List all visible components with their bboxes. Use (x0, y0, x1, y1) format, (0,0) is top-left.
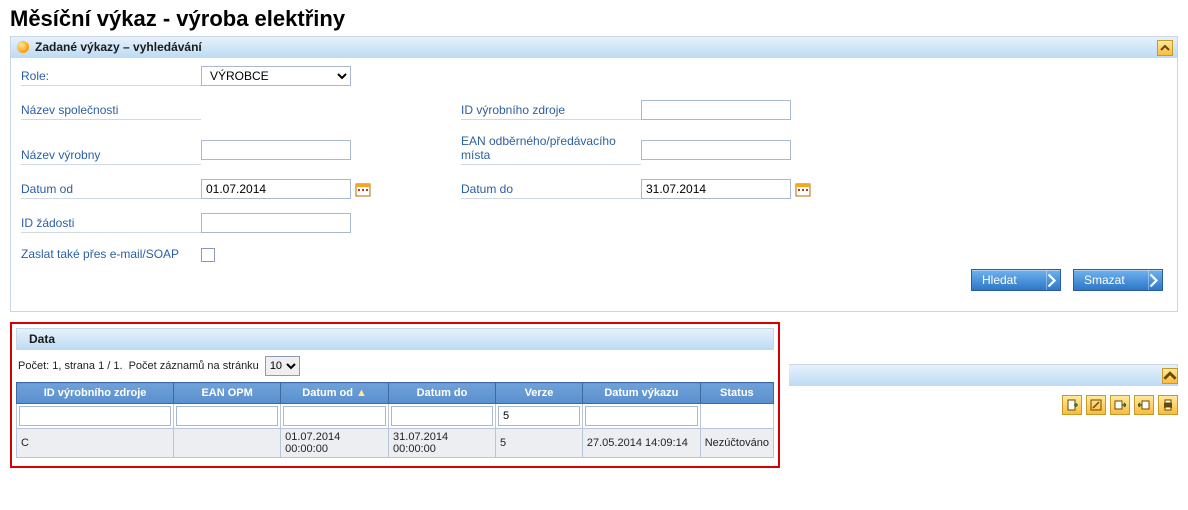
search-panel: Zadané výkazy – vyhledávání Role: VÝROBC… (10, 36, 1178, 312)
label-request-id: ID žádosti (21, 216, 201, 233)
cell-date-from: 01.07.2014 00:00:00 (281, 429, 389, 458)
page-title: Měsíční výkaz - výroba elektřiny (10, 6, 1178, 32)
label-plant: Název výrobny (21, 148, 201, 165)
col-version[interactable]: Verze (496, 383, 583, 404)
print-icon[interactable] (1158, 395, 1178, 415)
calendar-icon[interactable] (795, 181, 811, 197)
col-report-date[interactable]: Datum výkazu (582, 383, 700, 404)
results-table: ID výrobního zdroje EAN OPM Datum od▲ Da… (16, 382, 774, 458)
data-panel-header: Data (16, 328, 774, 350)
cell-ean-opm (174, 429, 281, 458)
label-date-from: Datum od (21, 182, 201, 199)
search-panel-title: Zadané výkazy – vyhledávání (35, 40, 202, 54)
source-id-input[interactable] (641, 100, 791, 120)
date-to-input[interactable] (641, 179, 791, 199)
search-button-label: Hledat (982, 273, 1017, 287)
pager: Počet: 1, strana 1 / 1. Počet záznamů na… (16, 350, 774, 382)
new-icon[interactable] (1062, 395, 1082, 415)
label-ean-point: EAN odběrného/předávacího místa (461, 134, 641, 165)
col-status[interactable]: Status (700, 383, 773, 404)
pager-summary: Počet: 1, strana 1 / 1. (18, 360, 123, 372)
page-size-label: Počet záznamů na stránku (129, 360, 259, 372)
sort-asc-icon: ▲ (356, 387, 367, 399)
table-header-row: ID výrobního zdroje EAN OPM Datum od▲ Da… (17, 383, 774, 404)
data-toolbar (1062, 395, 1178, 415)
edit-icon[interactable] (1086, 395, 1106, 415)
col-ean-opm[interactable]: EAN OPM (174, 383, 281, 404)
filter-date-to[interactable] (391, 406, 493, 426)
search-button[interactable]: Hledat (971, 269, 1061, 291)
table-row[interactable]: C 01.07.2014 00:00:00 31.07.2014 00:00:0… (17, 429, 774, 458)
filter-version[interactable] (498, 406, 580, 426)
col-source-id[interactable]: ID výrobního zdroje (17, 383, 174, 404)
col-date-to[interactable]: Datum do (389, 383, 496, 404)
collapse-data-icon[interactable] (1162, 368, 1178, 384)
import-icon[interactable] (1134, 395, 1154, 415)
role-select[interactable]: VÝROBCE (201, 66, 351, 86)
bullet-icon (17, 41, 29, 53)
col-date-from[interactable]: Datum od▲ (281, 383, 389, 404)
calendar-icon[interactable] (355, 181, 371, 197)
search-panel-header: Zadané výkazy – vyhledávání (11, 37, 1177, 58)
request-id-input[interactable] (201, 213, 351, 233)
filter-source-id[interactable] (19, 406, 171, 426)
clear-button[interactable]: Smazat (1073, 269, 1163, 291)
col-date-from-label: Datum od (302, 387, 353, 399)
export-icon[interactable] (1110, 395, 1130, 415)
label-role: Role: (21, 69, 201, 86)
filter-report-date[interactable] (585, 406, 698, 426)
label-date-to: Datum do (461, 182, 641, 199)
ean-point-input[interactable] (641, 140, 791, 160)
page-size-select[interactable]: 10 (265, 356, 300, 376)
label-email-soap: Zaslat také přes e-mail/SOAP (21, 247, 201, 263)
cell-report-date: 27.05.2014 14:09:14 (582, 429, 700, 458)
cell-date-to: 31.07.2014 00:00:00 (389, 429, 496, 458)
company-input[interactable] (201, 100, 351, 120)
clear-button-label: Smazat (1084, 273, 1125, 287)
date-from-input[interactable] (201, 179, 351, 199)
filter-ean-opm[interactable] (176, 406, 278, 426)
cell-source-id: C (17, 429, 174, 458)
filter-date-from[interactable] (283, 406, 386, 426)
label-company: Název společnosti (21, 103, 201, 120)
data-panel-title: Data (29, 332, 55, 346)
caret-right-icon (1046, 270, 1056, 290)
data-header-strip (789, 364, 1178, 386)
filter-row (17, 404, 774, 429)
collapse-search-icon[interactable] (1157, 40, 1173, 56)
cell-version: 5 (496, 429, 583, 458)
data-section-highlight: Data Počet: 1, strana 1 / 1. Počet zázna… (10, 322, 780, 468)
email-soap-checkbox[interactable] (201, 248, 215, 262)
cell-status: Nezúčtováno (700, 429, 773, 458)
caret-right-icon (1148, 270, 1158, 290)
search-panel-body: Role: VÝROBCE Název společnosti ID výrob… (11, 58, 1177, 311)
plant-input[interactable] (201, 140, 351, 160)
label-source-id: ID výrobního zdroje (461, 103, 641, 120)
